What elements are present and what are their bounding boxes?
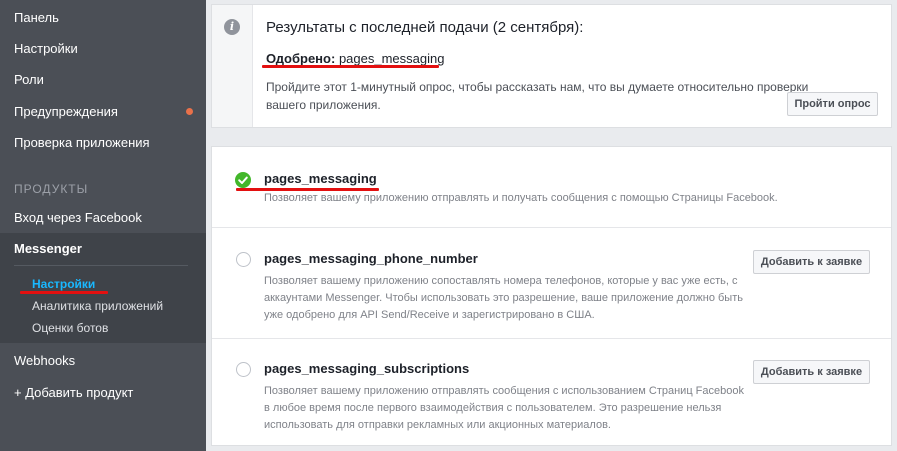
divider bbox=[212, 338, 891, 339]
submission-results-panel: i Результаты с последней подачи (2 сентя… bbox=[211, 4, 892, 128]
sidebar-item-settings[interactable]: Настройки bbox=[14, 41, 78, 57]
radio-icon[interactable] bbox=[236, 362, 251, 377]
sidebar-item-dashboard[interactable]: Панель bbox=[14, 10, 59, 26]
survey-text: Пройдите этот 1-минутный опрос, чтобы ра… bbox=[266, 80, 809, 112]
sidebar-subitem-settings[interactable]: Настройки bbox=[32, 277, 95, 291]
approved-label: Одобрено: bbox=[266, 51, 336, 66]
alert-dot-icon bbox=[186, 108, 193, 115]
sidebar-item-roles[interactable]: Роли bbox=[14, 72, 44, 88]
approved-line: Одобрено: pages_messaging bbox=[266, 51, 444, 66]
sidebar-item-alerts[interactable]: Предупреждения bbox=[14, 104, 118, 120]
permission-name: pages_messaging_subscriptions bbox=[264, 361, 470, 376]
divider bbox=[14, 265, 188, 266]
radio-icon[interactable] bbox=[236, 252, 251, 267]
divider bbox=[212, 227, 891, 228]
annotation-underline bbox=[20, 291, 108, 294]
annotation-underline bbox=[262, 65, 439, 68]
sidebar-subitem-bot-ratings[interactable]: Оценки ботов bbox=[32, 321, 108, 335]
permission-name: pages_messaging bbox=[264, 171, 377, 186]
add-to-submission-button[interactable]: Добавить к заявке bbox=[753, 250, 870, 274]
sidebar-item-webhooks[interactable]: Webhooks bbox=[14, 353, 75, 369]
approved-value: pages_messaging bbox=[338, 51, 445, 66]
sidebar-item-messenger[interactable]: Messenger bbox=[14, 241, 82, 256]
take-survey-button[interactable]: Пройти опрос bbox=[787, 92, 878, 116]
sidebar-item-facebook-login[interactable]: Вход через Facebook bbox=[14, 210, 142, 226]
sidebar-item-add-product[interactable]: + Добавить продукт bbox=[14, 385, 133, 401]
permissions-panel: pages_messaging Позволяет вашему приложе… bbox=[211, 146, 892, 446]
permission-description: Позволяет вашему приложению отправлять с… bbox=[264, 385, 744, 431]
permission-name: pages_messaging_phone_number bbox=[264, 251, 478, 266]
permission-description: Позволяет вашему приложению отправлять и… bbox=[264, 192, 778, 204]
sidebar-subitem-app-analytics[interactable]: Аналитика приложений bbox=[32, 299, 163, 313]
notice-title: Результаты с последней подачи (2 сентябр… bbox=[266, 19, 584, 36]
permission-description: Позволяет вашему приложению сопоставлять… bbox=[264, 275, 743, 321]
info-icon: i bbox=[224, 19, 240, 35]
add-to-submission-button[interactable]: Добавить к заявке bbox=[753, 360, 870, 384]
section-label-products: ПРОДУКТЫ bbox=[14, 182, 89, 196]
check-icon bbox=[235, 172, 251, 188]
notice-icon-column: i bbox=[212, 5, 253, 127]
sidebar: Панель Настройки Роли Предупреждения Про… bbox=[0, 0, 206, 451]
sidebar-item-app-review[interactable]: Проверка приложения bbox=[14, 135, 150, 151]
